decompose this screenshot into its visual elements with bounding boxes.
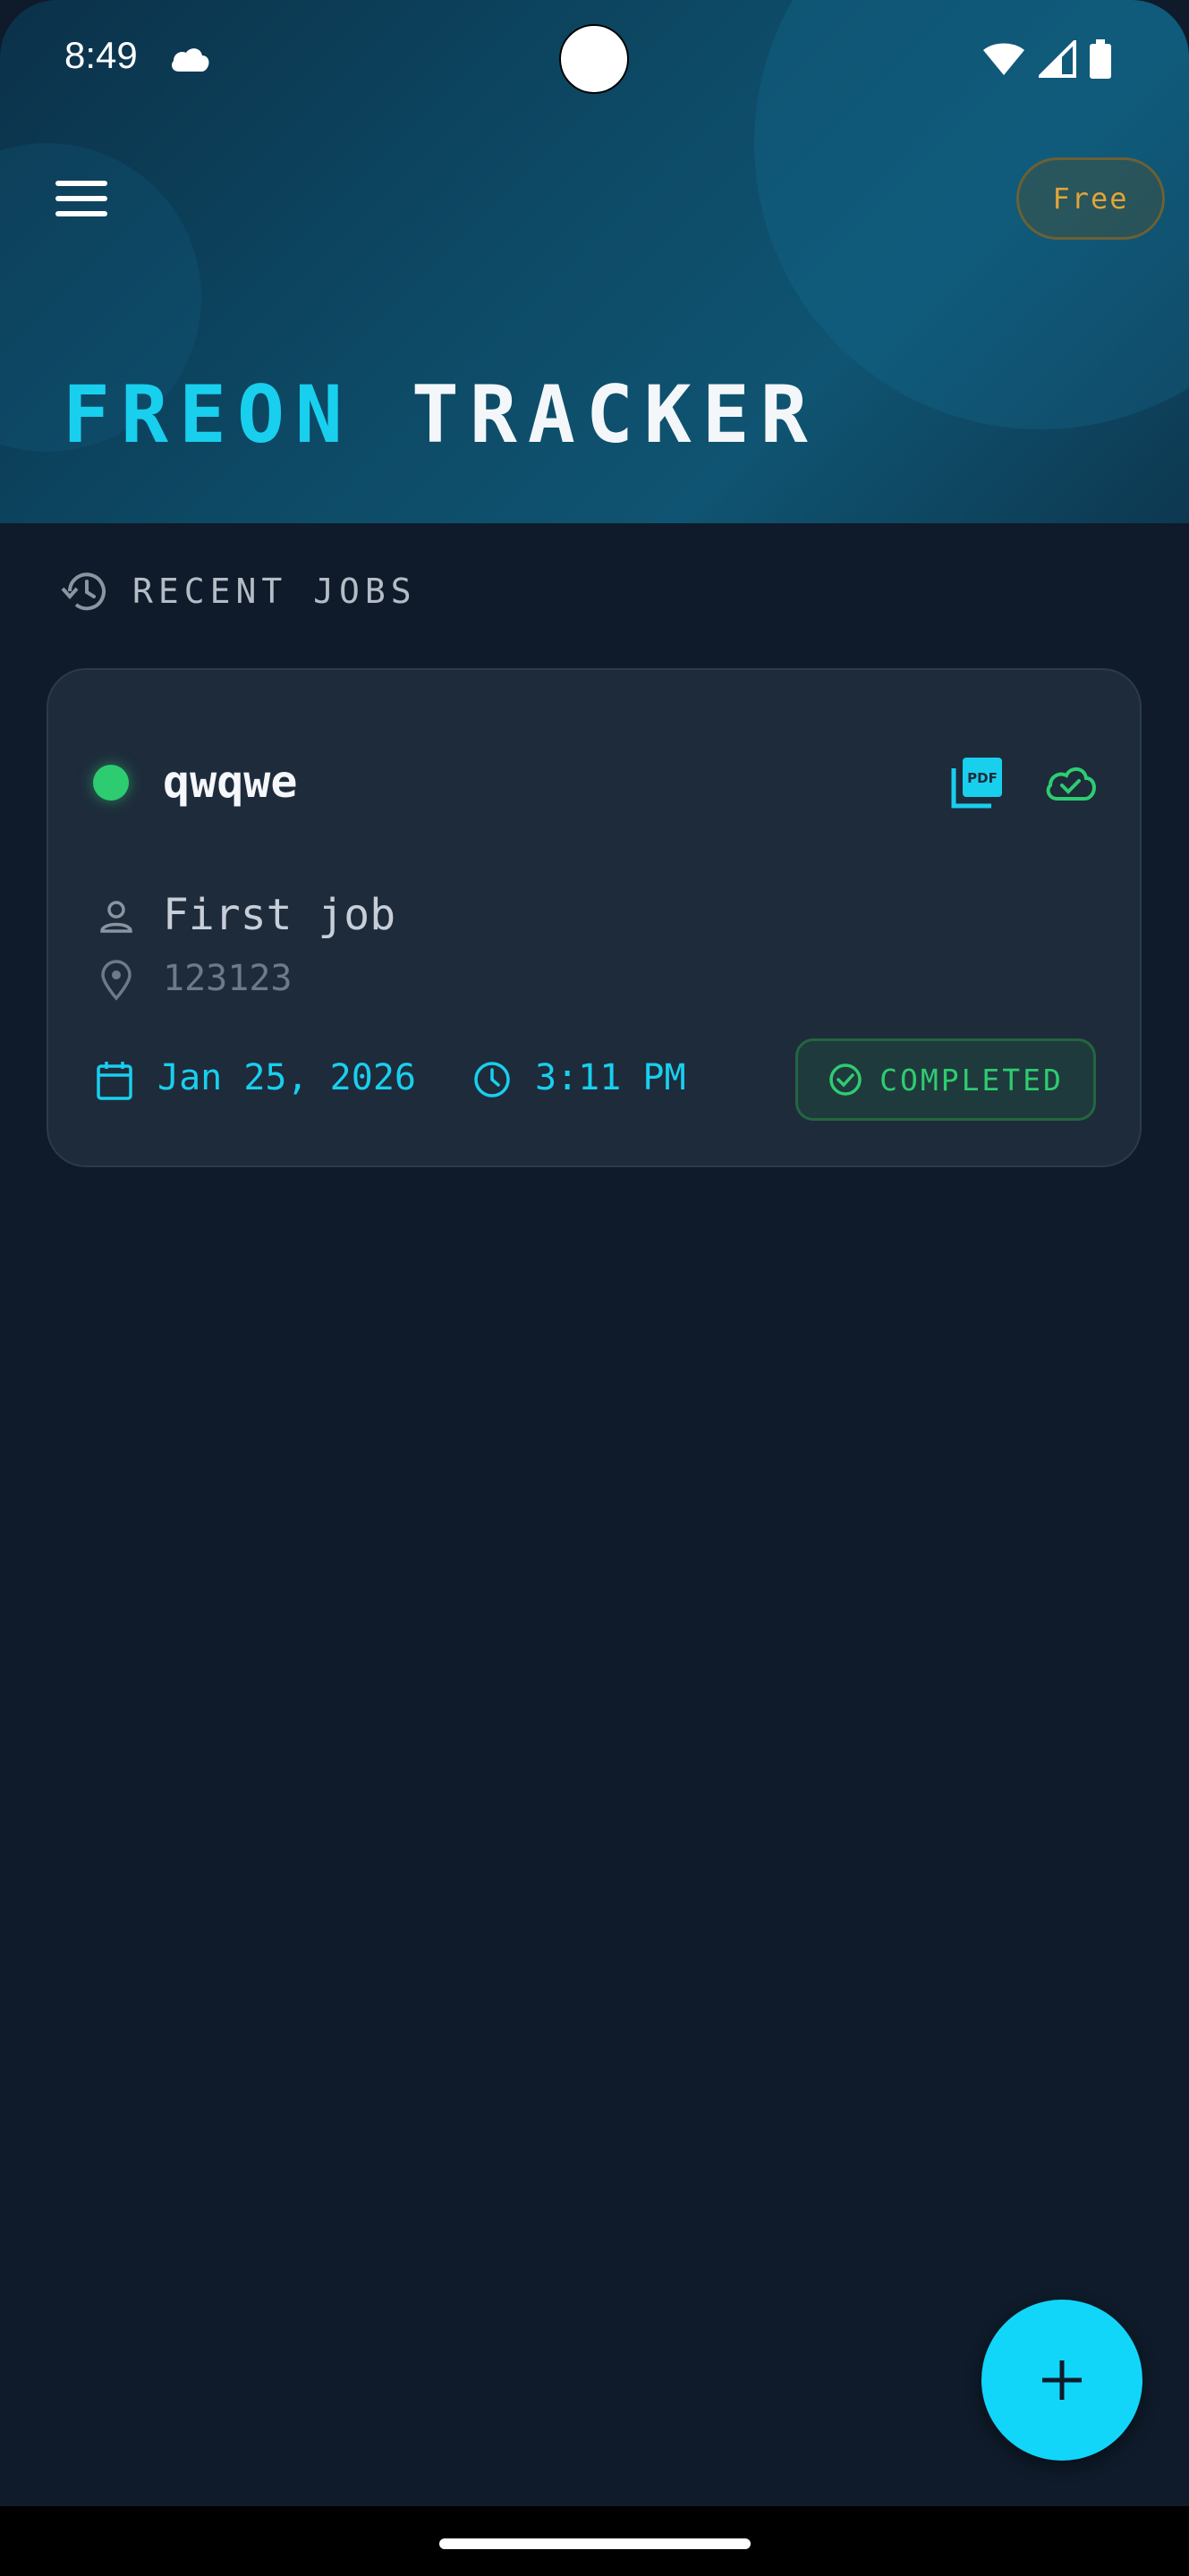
cloud-icon [172,48,209,72]
job-status-label: COMPLETED [879,1062,1064,1097]
location-pin-icon [101,960,132,1001]
calendar-icon [97,1062,132,1100]
home-indicator[interactable] [439,2538,751,2549]
job-status-dot [93,765,129,801]
job-date: Jan 25, 2026 [157,1057,416,1098]
add-job-button[interactable] [981,2300,1142,2461]
app-title-main: TRACKER [411,369,819,461]
status-time: 8:49 [64,34,138,76]
pdf-icon: PDF [951,758,1002,809]
job-card[interactable]: qwqwe PDF First job 123123 Jan 25, 2026 … [47,668,1142,1167]
add-icon [1042,2360,1082,2400]
history-icon [61,572,106,611]
navigation-bar [0,2506,1189,2576]
job-client: First job [163,890,396,940]
clock-icon [474,1062,510,1097]
recent-jobs-header: RECENT JOBS [61,569,417,614]
battery-icon [1090,39,1111,79]
status-bar: 8:49 [0,0,1189,116]
person-icon [100,901,132,933]
job-title: qwqwe [163,756,298,808]
camera-cutout [559,24,629,94]
app-header: 8:49 Free FREON TRACKER [0,0,1189,523]
job-status-badge: COMPLETED [795,1038,1096,1121]
section-title: RECENT JOBS [132,572,417,611]
signal-icon [1039,40,1076,78]
app-title-accent: FREON [63,369,353,461]
plan-badge[interactable]: Free [1016,157,1165,240]
wifi-icon [983,43,1024,75]
status-icons [981,39,1112,79]
app-screen: 8:49 Free FREON TRACKER RECENT JOBS qwqw… [0,0,1189,2576]
cloud-done-icon [1046,767,1096,801]
svg-text:PDF: PDF [967,770,998,786]
menu-button[interactable] [55,177,109,222]
pdf-export-button[interactable]: PDF [950,756,1004,809]
job-location: 123123 [163,958,293,999]
app-title: FREON TRACKER [63,376,819,454]
check-circle-icon [829,1063,862,1096]
job-time: 3:11 PM [535,1057,686,1098]
